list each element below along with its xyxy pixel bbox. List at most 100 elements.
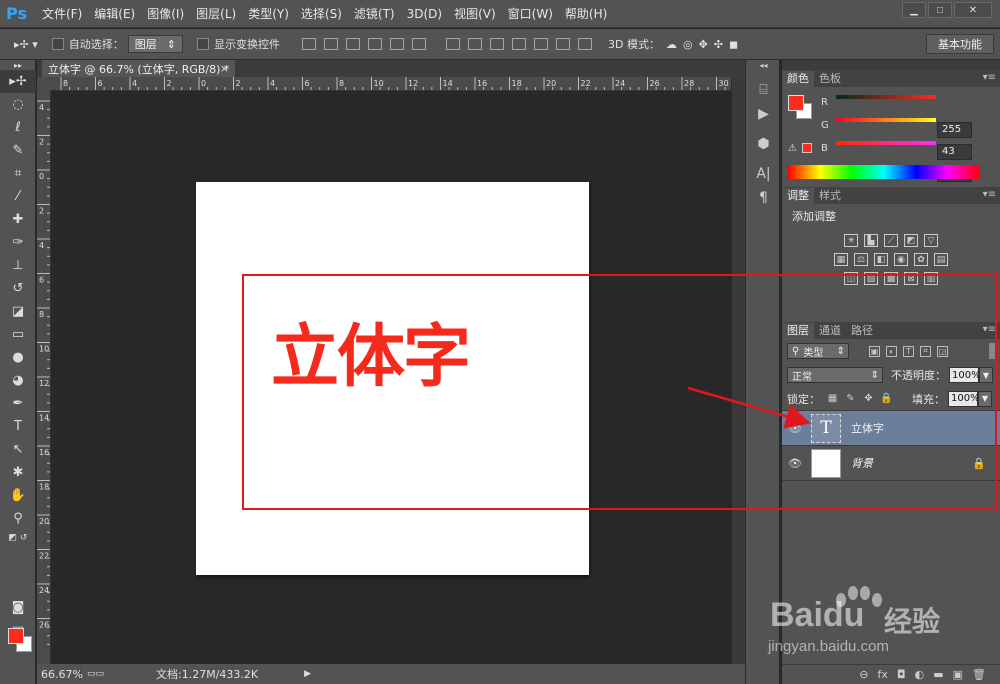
new-adjustment-icon[interactable]: ◐ bbox=[915, 668, 925, 681]
tab-paths[interactable]: 路径 bbox=[846, 323, 878, 339]
auto-select-checkbox[interactable]: 自动选择： bbox=[51, 36, 124, 52]
selective-color-icon[interactable]: ⊠ bbox=[904, 272, 918, 285]
paragraph-panel-icon[interactable]: ¶ bbox=[746, 186, 781, 210]
new-layer-icon[interactable]: ▣ bbox=[953, 668, 963, 681]
quick-select-tool-icon[interactable]: ✎ bbox=[0, 139, 36, 162]
eyedropper-tool-icon[interactable]: ⁄ bbox=[0, 185, 36, 208]
path-select-icon[interactable]: ↖ bbox=[0, 438, 36, 461]
layer-row-background[interactable]: 👁 背景 🔒 bbox=[782, 446, 1000, 481]
foreground-color-swatch[interactable] bbox=[8, 628, 24, 644]
clone-stamp-icon[interactable]: ⊥ bbox=[0, 254, 36, 277]
status-menu-arrow-icon[interactable]: ▶ bbox=[304, 669, 311, 679]
menu-image[interactable]: 图像(I) bbox=[141, 0, 190, 28]
adjust-panel-menu-icon[interactable]: ▾≡ bbox=[983, 189, 996, 200]
align-bottom-icon[interactable] bbox=[345, 38, 360, 50]
color-fg-swatch[interactable] bbox=[788, 95, 804, 111]
zoom-tool-icon[interactable]: ⚲ bbox=[0, 507, 36, 530]
auto-align-icon[interactable] bbox=[577, 38, 592, 50]
move-tool-preset-icon[interactable]: ▸✢ ▾ bbox=[14, 38, 38, 51]
gamut-color-swatch[interactable] bbox=[802, 143, 812, 153]
fill-input[interactable]: 100% bbox=[948, 390, 980, 407]
rotate-3d-icon[interactable]: ☁ bbox=[666, 38, 677, 51]
lock-pixels-icon[interactable]: ✎ bbox=[845, 393, 856, 404]
tab-color[interactable]: 颜色 bbox=[782, 71, 814, 87]
history-panel-icon[interactable]: ⌸ bbox=[746, 78, 781, 102]
3d-panel-icon[interactable]: ⬢ bbox=[746, 132, 781, 156]
dodge-tool-icon[interactable]: ◕ bbox=[0, 369, 36, 392]
brush-tool-icon[interactable]: ✑ bbox=[0, 231, 36, 254]
tab-swatches[interactable]: 色板 bbox=[814, 71, 846, 87]
distribute-vcenter-icon[interactable] bbox=[467, 38, 482, 50]
g-value[interactable]: 43 bbox=[937, 144, 972, 160]
curves-icon[interactable]: ⟋ bbox=[884, 234, 898, 247]
pen-tool-icon[interactable]: ✒ bbox=[0, 392, 36, 415]
distribute-top-icon[interactable] bbox=[445, 38, 460, 50]
filter-adjustment-icon[interactable]: ◐ bbox=[886, 345, 897, 357]
eraser-tool-icon[interactable]: ◪ bbox=[0, 300, 36, 323]
layers-panel-menu-icon[interactable]: ▾≡ bbox=[983, 324, 996, 335]
type-tool-icon[interactable]: T bbox=[0, 415, 36, 438]
exposure-icon[interactable]: ◩ bbox=[904, 234, 918, 247]
tools-collapse-icon[interactable]: ▸▸ bbox=[0, 60, 36, 70]
layer-kind-filter[interactable]: ⚲ 类型 ⇕ bbox=[787, 343, 849, 359]
delete-layer-icon[interactable]: 🗑 bbox=[972, 668, 986, 681]
lock-transparent-icon[interactable]: ▦ bbox=[827, 393, 838, 404]
actions-panel-icon[interactable]: ▶ bbox=[746, 102, 781, 126]
roll-3d-icon[interactable]: ◎ bbox=[683, 38, 693, 51]
auto-select-check[interactable] bbox=[51, 38, 64, 50]
hand-tool-icon[interactable]: ✋ bbox=[0, 484, 36, 507]
menu-file[interactable]: 文件(F) bbox=[36, 0, 88, 28]
tab-styles[interactable]: 样式 bbox=[814, 188, 846, 204]
eye-icon[interactable]: 👁 bbox=[782, 422, 808, 435]
filter-smart-icon[interactable]: ◲ bbox=[937, 345, 948, 357]
link-layers-icon[interactable]: ⊖ bbox=[859, 668, 868, 681]
invert-icon[interactable]: ◫ bbox=[844, 272, 858, 285]
menu-edit[interactable]: 编辑(E) bbox=[88, 0, 141, 28]
r-slider[interactable] bbox=[836, 95, 936, 99]
g-slider[interactable] bbox=[836, 118, 936, 122]
document-tab[interactable]: 立体字 @ 66.7% (立体字, RGB/8) * × bbox=[42, 60, 235, 77]
auto-select-dropdown[interactable]: 图层 ⇕ bbox=[127, 35, 183, 53]
align-left-icon[interactable] bbox=[367, 38, 382, 50]
levels-icon[interactable]: ▙ bbox=[864, 234, 878, 247]
lock-position-icon[interactable]: ✥ bbox=[863, 393, 874, 404]
tab-channels[interactable]: 通道 bbox=[814, 323, 846, 339]
distribute-left-icon[interactable] bbox=[511, 38, 526, 50]
blur-tool-icon[interactable]: ● bbox=[0, 346, 36, 369]
color-lookup-icon[interactable]: ▤ bbox=[934, 253, 948, 266]
gradient-tool-icon[interactable]: ▭ bbox=[0, 323, 36, 346]
menu-type[interactable]: 类型(Y) bbox=[242, 0, 295, 28]
swap-colors-icon[interactable]: ◩ ↺ bbox=[0, 530, 36, 546]
photo-filter-icon[interactable]: ◉ bbox=[894, 253, 908, 266]
align-right-icon[interactable] bbox=[411, 38, 426, 50]
add-mask-icon[interactable]: ◘ bbox=[897, 668, 906, 681]
menu-help[interactable]: 帮助(H) bbox=[559, 0, 613, 28]
gradient-map-icon[interactable]: ▥ bbox=[924, 272, 938, 285]
zoom-level[interactable]: 66.67% bbox=[37, 667, 83, 681]
align-top-icon[interactable] bbox=[301, 38, 316, 50]
new-group-icon[interactable]: ▬ bbox=[933, 668, 943, 681]
tab-adjustments[interactable]: 调整 bbox=[782, 188, 814, 204]
color-spectrum[interactable] bbox=[788, 165, 980, 179]
menu-view[interactable]: 视图(V) bbox=[448, 0, 502, 28]
black-white-icon[interactable]: ◧ bbox=[874, 253, 888, 266]
crop-tool-icon[interactable]: ⌗ bbox=[0, 162, 36, 185]
hue-saturation-icon[interactable]: ▦ bbox=[834, 253, 848, 266]
color-balance-icon[interactable]: ⚖ bbox=[854, 253, 868, 266]
r-value[interactable]: 255 bbox=[937, 122, 972, 138]
healing-brush-icon[interactable]: ✚ bbox=[0, 208, 36, 231]
quick-mask-icon[interactable]: ◙ bbox=[0, 596, 36, 619]
menu-window[interactable]: 窗口(W) bbox=[502, 0, 559, 28]
panel-menu-icon[interactable]: ▾≡ bbox=[983, 72, 996, 83]
layer-name[interactable]: 背景 bbox=[851, 455, 873, 471]
channel-mixer-icon[interactable]: ✿ bbox=[914, 253, 928, 266]
distribute-bottom-icon[interactable] bbox=[489, 38, 504, 50]
filter-pixel-icon[interactable]: ▣ bbox=[869, 345, 880, 357]
align-hcenter-icon[interactable] bbox=[389, 38, 404, 50]
slide-3d-icon[interactable]: ✣ bbox=[714, 38, 723, 51]
shape-tool-icon[interactable]: ✱ bbox=[0, 461, 36, 484]
canvas-text[interactable]: 立体字 bbox=[271, 318, 471, 398]
character-panel-icon[interactable]: A| bbox=[746, 162, 781, 186]
posterize-icon[interactable]: ▨ bbox=[864, 272, 878, 285]
close-button[interactable]: ✕ bbox=[954, 2, 992, 18]
